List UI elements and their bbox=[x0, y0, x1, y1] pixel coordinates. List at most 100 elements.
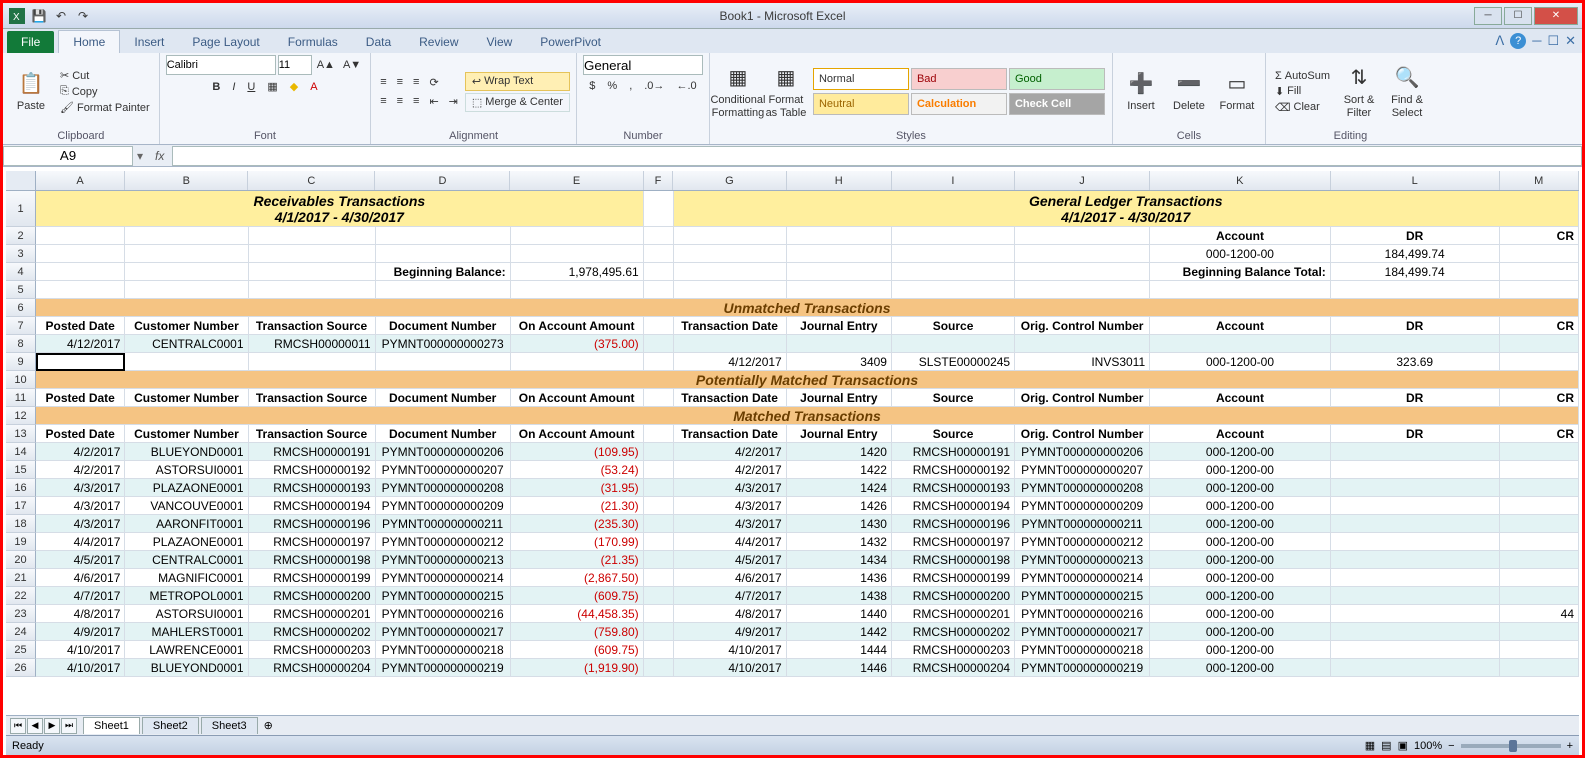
cell[interactable] bbox=[36, 353, 125, 371]
shrink-font-icon[interactable]: A▼ bbox=[340, 58, 364, 72]
cell[interactable] bbox=[1500, 515, 1579, 533]
cell[interactable]: Source bbox=[892, 317, 1015, 335]
col-A[interactable]: A bbox=[36, 171, 125, 190]
row-header[interactable]: 20 bbox=[6, 551, 36, 569]
cell[interactable] bbox=[1500, 479, 1579, 497]
close-button[interactable]: ✕ bbox=[1534, 7, 1578, 25]
cell[interactable]: On Account Amount bbox=[511, 317, 644, 335]
cell[interactable] bbox=[787, 281, 892, 299]
cell[interactable]: PYMNT000000000207 bbox=[376, 461, 511, 479]
cell[interactable]: PYMNT000000000212 bbox=[1015, 533, 1150, 551]
cell[interactable]: Transaction Source bbox=[249, 425, 376, 443]
cell[interactable]: RMCSH00000011 bbox=[249, 335, 376, 353]
cell[interactable]: 000-1200-00 bbox=[1150, 443, 1331, 461]
cell[interactable]: 1432 bbox=[787, 533, 892, 551]
cell[interactable]: (21.30) bbox=[511, 497, 644, 515]
cell[interactable] bbox=[644, 623, 674, 641]
cell[interactable] bbox=[1331, 479, 1500, 497]
cell[interactable] bbox=[1331, 641, 1500, 659]
cell[interactable] bbox=[644, 443, 674, 461]
cell[interactable] bbox=[644, 389, 674, 407]
cell[interactable] bbox=[36, 263, 125, 281]
row-header[interactable]: 26 bbox=[6, 659, 36, 677]
cell[interactable] bbox=[644, 191, 674, 227]
col-B[interactable]: B bbox=[125, 171, 248, 190]
cell[interactable] bbox=[249, 245, 376, 263]
cell[interactable] bbox=[1015, 263, 1150, 281]
cell[interactable] bbox=[787, 335, 892, 353]
col-E[interactable]: E bbox=[510, 171, 643, 190]
cell[interactable]: PYMNT000000000206 bbox=[1015, 443, 1150, 461]
cell[interactable] bbox=[644, 659, 674, 677]
cell[interactable]: PYMNT000000000216 bbox=[1015, 605, 1150, 623]
paste-button[interactable]: 📋Paste bbox=[9, 59, 53, 125]
cell[interactable]: 3409 bbox=[787, 353, 892, 371]
cell[interactable]: PYMNT000000000208 bbox=[376, 479, 511, 497]
cell[interactable]: 1426 bbox=[787, 497, 892, 515]
cell[interactable]: 4/8/2017 bbox=[36, 605, 125, 623]
cell[interactable] bbox=[125, 263, 248, 281]
row-header[interactable]: 19 bbox=[6, 533, 36, 551]
cell[interactable]: PYMNT000000000209 bbox=[376, 497, 511, 515]
cell[interactable]: CR bbox=[1500, 227, 1579, 245]
format-button[interactable]: ▭Format bbox=[1215, 59, 1259, 125]
cell[interactable]: 1434 bbox=[787, 551, 892, 569]
grow-font-icon[interactable]: A▲ bbox=[314, 58, 338, 72]
cell[interactable]: ASTORSUI0001 bbox=[125, 461, 248, 479]
cell[interactable]: CR bbox=[1500, 389, 1579, 407]
cell[interactable]: CENTRALC0001 bbox=[125, 335, 248, 353]
underline-button[interactable]: U bbox=[244, 79, 258, 94]
cell[interactable] bbox=[1015, 281, 1150, 299]
cell[interactable]: Journal Entry bbox=[787, 317, 892, 335]
cell[interactable]: 4/5/2017 bbox=[36, 551, 125, 569]
format-as-table-button[interactable]: ▦Format as Table bbox=[764, 59, 808, 125]
cell[interactable]: SLSTE00000245 bbox=[892, 353, 1015, 371]
fill-button[interactable]: ⬇Fill bbox=[1272, 84, 1333, 99]
cell[interactable] bbox=[644, 497, 674, 515]
cell[interactable]: Journal Entry bbox=[787, 389, 892, 407]
cell[interactable]: RMCSH00000196 bbox=[892, 515, 1015, 533]
cell[interactable] bbox=[1331, 335, 1500, 353]
cell[interactable]: 4/7/2017 bbox=[36, 587, 125, 605]
cell[interactable]: 1420 bbox=[787, 443, 892, 461]
cell[interactable]: 4/12/2017 bbox=[36, 335, 125, 353]
help-icon[interactable]: ? bbox=[1510, 33, 1526, 49]
style-neutral[interactable]: Neutral bbox=[813, 93, 909, 115]
cell[interactable]: RMCSH00000194 bbox=[249, 497, 376, 515]
row-header[interactable]: 18 bbox=[6, 515, 36, 533]
cell[interactable] bbox=[644, 425, 674, 443]
style-calculation[interactable]: Calculation bbox=[911, 93, 1007, 115]
cell[interactable]: 4/2/2017 bbox=[36, 443, 125, 461]
cell[interactable]: DR bbox=[1331, 389, 1500, 407]
cell[interactable] bbox=[1015, 245, 1150, 263]
cell[interactable]: PYMNT000000000209 bbox=[1015, 497, 1150, 515]
cell[interactable] bbox=[249, 281, 376, 299]
cell[interactable]: LAWRENCE0001 bbox=[125, 641, 248, 659]
cell[interactable] bbox=[125, 353, 248, 371]
cell[interactable] bbox=[644, 353, 674, 371]
cell[interactable] bbox=[1331, 533, 1500, 551]
wrap-text-button[interactable]: ↩Wrap Text bbox=[465, 72, 570, 91]
cell[interactable]: 4/6/2017 bbox=[674, 569, 787, 587]
cell[interactable]: RMCSH00000193 bbox=[249, 479, 376, 497]
cell[interactable] bbox=[674, 227, 787, 245]
align-left-icon[interactable]: ≡ bbox=[377, 94, 389, 109]
comma-icon[interactable]: , bbox=[626, 79, 635, 93]
col-J[interactable]: J bbox=[1015, 171, 1150, 190]
row-header[interactable]: 24 bbox=[6, 623, 36, 641]
cell[interactable] bbox=[1500, 533, 1579, 551]
row-header[interactable]: 8 bbox=[6, 335, 36, 353]
cell[interactable] bbox=[644, 227, 674, 245]
cell[interactable]: Unmatched Transactions bbox=[36, 299, 1579, 317]
zoom-slider[interactable] bbox=[1461, 744, 1561, 748]
cell[interactable]: 1424 bbox=[787, 479, 892, 497]
italic-button[interactable]: I bbox=[229, 79, 238, 94]
new-sheet-icon[interactable]: ⊕ bbox=[264, 719, 273, 732]
cell[interactable]: 1,978,495.61 bbox=[511, 263, 644, 281]
cell[interactable]: 000-1200-00 bbox=[1150, 605, 1331, 623]
align-middle-icon[interactable]: ≡ bbox=[394, 75, 406, 90]
cell[interactable]: Source bbox=[892, 389, 1015, 407]
cell[interactable] bbox=[644, 281, 674, 299]
cell[interactable]: Journal Entry bbox=[787, 425, 892, 443]
tab-powerpivot[interactable]: PowerPivot bbox=[526, 31, 615, 53]
